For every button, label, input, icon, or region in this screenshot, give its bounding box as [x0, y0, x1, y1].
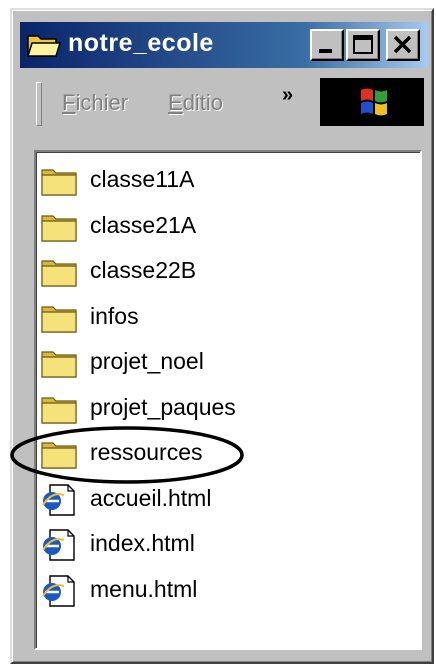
item-name: ressources — [90, 439, 203, 465]
folder-icon — [41, 305, 77, 333]
maximize-button[interactable] — [346, 29, 380, 61]
item-name: index.html — [90, 530, 195, 556]
window-title: notre_ecole — [68, 29, 214, 57]
item-name: menu.html — [90, 575, 198, 602]
folder-icon — [41, 396, 77, 424]
item-name: classe22B — [90, 257, 197, 283]
menu-fichier[interactable]: Fichier — [62, 90, 128, 116]
throbber — [320, 78, 424, 126]
windows-logo-icon — [361, 88, 387, 116]
folder-icon — [41, 214, 77, 242]
folder-icon — [41, 442, 77, 469]
html-file-icon — [42, 574, 75, 607]
minimize-icon — [319, 49, 332, 53]
item-name: projet_paques — [90, 393, 236, 420]
folder-icon — [41, 169, 77, 196]
menu-overflow-chevron[interactable]: » — [282, 84, 293, 107]
html-file-icon — [42, 529, 75, 561]
file-list-pane[interactable]: classe11A classe21A classe22B infos projet_n… — [34, 150, 422, 650]
item-name: infos — [90, 302, 139, 329]
item-name: accueil.html — [90, 484, 212, 511]
folder-icon — [41, 260, 77, 287]
minimize-button[interactable] — [310, 29, 344, 61]
folder-icon — [41, 351, 77, 378]
close-button[interactable] — [386, 29, 420, 61]
close-icon — [393, 35, 412, 54]
toolbar-grip[interactable] — [36, 82, 42, 126]
item-name: projet_noel — [90, 348, 204, 374]
folder-open-icon — [26, 35, 62, 57]
item-name: classe11A — [90, 166, 195, 192]
title-bar[interactable]: notre_ecole — [20, 22, 428, 68]
item-name: classe21A — [90, 211, 197, 238]
menu-bar: Fichier Editio » — [20, 72, 428, 132]
menu-edition[interactable]: Editio — [168, 90, 258, 116]
maximize-icon — [353, 35, 373, 54]
html-file-icon — [42, 483, 75, 516]
